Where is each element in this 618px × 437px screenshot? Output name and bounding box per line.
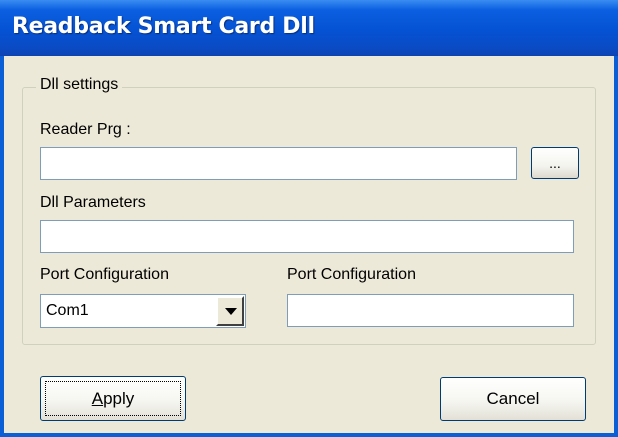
port-configuration-value: Com1 <box>46 302 89 319</box>
dll-parameters-label: Dll Parameters <box>40 194 146 211</box>
reader-prg-label: Reader Prg : <box>40 121 131 138</box>
title-bar[interactable]: Readback Smart Card Dll <box>0 0 618 56</box>
cancel-button-label: Cancel <box>486 389 540 408</box>
dll-parameters-input[interactable] <box>41 221 573 252</box>
port-configuration-select[interactable]: Com1 <box>40 294 246 328</box>
cancel-button[interactable]: Cancel <box>440 377 586 421</box>
group-label: Dll settings <box>36 76 123 94</box>
port-configuration-field[interactable] <box>287 294 574 327</box>
chevron-down-icon[interactable] <box>216 296 244 326</box>
port-configuration-label: Port Configuration <box>40 266 169 283</box>
reader-prg-field[interactable] <box>40 147 517 180</box>
port-configuration-label-2: Port Configuration <box>287 266 416 283</box>
browse-button[interactable]: ... <box>531 147 579 179</box>
apply-button[interactable]: Apply <box>40 376 186 421</box>
reader-prg-input[interactable] <box>41 148 516 179</box>
window-title: Readback Smart Card Dll <box>12 14 315 39</box>
apply-button-label: Apply <box>91 389 135 408</box>
port-configuration-input[interactable] <box>288 295 573 326</box>
dll-parameters-field[interactable] <box>40 220 574 253</box>
